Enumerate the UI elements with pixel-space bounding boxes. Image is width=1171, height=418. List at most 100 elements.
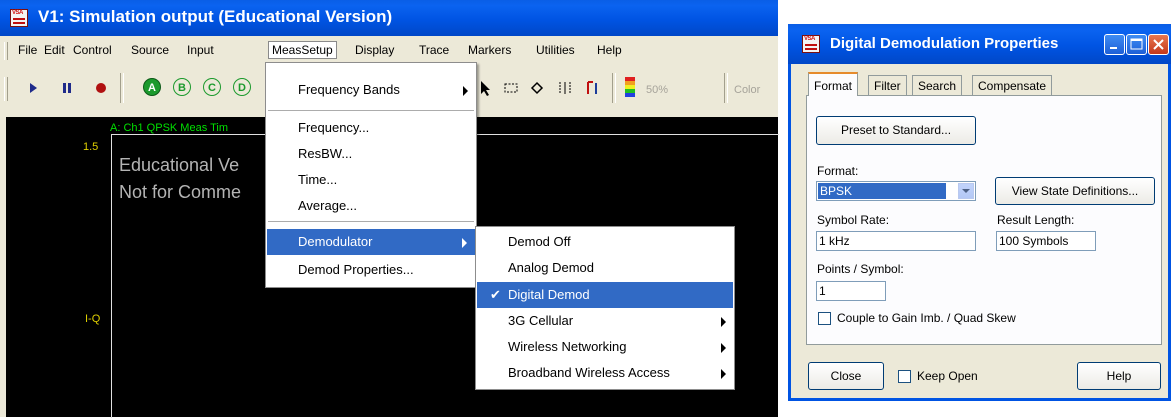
dialog-title: Digital Demodulation Properties bbox=[830, 35, 1059, 52]
diamond-marker-icon[interactable] bbox=[528, 79, 546, 97]
trace-label: A: Ch1 QPSK Meas Tim bbox=[110, 122, 228, 134]
y-axis-top-value: 1.5 bbox=[83, 141, 99, 153]
couple-checkbox[interactable] bbox=[818, 312, 831, 325]
vsa-app-icon[interactable]: VSA bbox=[10, 9, 28, 27]
menu-item-label: Demodulator bbox=[298, 234, 373, 249]
format-label: Format: bbox=[817, 164, 859, 178]
toolbar-separator bbox=[120, 73, 124, 103]
menubar-grip[interactable] bbox=[4, 42, 8, 60]
checkmark-icon: ✔ bbox=[490, 287, 501, 302]
watermark-line-2: Not for Comme bbox=[119, 182, 242, 202]
menu-display[interactable]: Display bbox=[355, 43, 394, 57]
vsa-app-icon[interactable]: VSA bbox=[802, 35, 820, 53]
y-axis-unit: I-Q bbox=[85, 313, 101, 325]
menu-trace[interactable]: Trace bbox=[419, 43, 449, 57]
tab-search[interactable]: Search bbox=[912, 75, 963, 95]
close-icon[interactable] bbox=[1148, 34, 1169, 55]
close-button[interactable]: Close bbox=[808, 362, 884, 390]
chevron-down-icon[interactable] bbox=[958, 183, 974, 199]
menu-meassetup[interactable]: MeasSetup bbox=[268, 41, 337, 59]
keep-open-checkbox[interactable] bbox=[898, 370, 911, 383]
color-palette-icon[interactable] bbox=[623, 77, 637, 97]
select-rect-icon[interactable] bbox=[502, 79, 520, 97]
menu-input[interactable]: Input bbox=[187, 43, 214, 57]
meassetup-menu: Frequency Bands Frequency... ResBW... Ti… bbox=[265, 62, 477, 288]
menu-item-digital-demod[interactable]: ✔ Digital Demod bbox=[477, 282, 733, 308]
menu-file[interactable]: File bbox=[18, 43, 37, 57]
play-icon[interactable] bbox=[24, 79, 42, 97]
demodulator-submenu: Demod Off Analog Demod ✔ Digital Demod 3… bbox=[475, 226, 735, 390]
menu-item-label: Digital Demod bbox=[508, 287, 590, 302]
menu-item-wireless-networking[interactable]: Wireless Networking bbox=[476, 334, 734, 360]
menu-item-label: ResBW... bbox=[298, 146, 353, 161]
pointer-icon[interactable] bbox=[476, 79, 494, 97]
menu-item-label: Frequency Bands bbox=[298, 82, 400, 97]
submenu-arrow-icon bbox=[463, 86, 468, 96]
menu-item-label: Demod Properties... bbox=[298, 262, 414, 277]
tab-filter[interactable]: Filter bbox=[868, 75, 907, 95]
menu-item-label: Average... bbox=[298, 198, 358, 213]
view-state-definitions-button[interactable]: View State Definitions... bbox=[995, 177, 1155, 205]
symbol-rate-label: Symbol Rate: bbox=[817, 213, 890, 227]
preset-to-standard-button[interactable]: Preset to Standard... bbox=[816, 116, 976, 145]
keep-open-label: Keep Open bbox=[917, 369, 978, 383]
toolbar-separator-3 bbox=[724, 73, 728, 103]
menu-item-label: Broadband Wireless Access bbox=[508, 365, 670, 380]
help-button[interactable]: Help bbox=[1077, 362, 1161, 390]
menu-separator bbox=[268, 221, 474, 222]
zoom-value: 50% bbox=[646, 84, 669, 96]
menu-bar: File Edit Control Source Input MeasSetup… bbox=[0, 40, 778, 62]
trace-c-button[interactable]: C bbox=[203, 78, 221, 96]
menu-markers[interactable]: Markers bbox=[468, 43, 511, 57]
watermark-line-1: Educational Ve bbox=[119, 155, 240, 175]
pause-icon[interactable] bbox=[58, 79, 76, 97]
menu-item-frequency-bands[interactable]: Frequency Bands bbox=[266, 77, 476, 103]
minimize-icon[interactable] bbox=[1104, 34, 1125, 55]
menu-item-label: Demod Off bbox=[508, 234, 571, 249]
menu-item-demod-off[interactable]: Demod Off bbox=[476, 229, 734, 255]
result-length-label: Result Length: bbox=[997, 213, 1075, 227]
format-select-value: BPSK bbox=[818, 183, 946, 199]
menu-item-label: 3G Cellular bbox=[508, 313, 574, 328]
trace-a-button[interactable]: A bbox=[143, 78, 161, 96]
menu-item-time[interactable]: Time... bbox=[266, 167, 476, 193]
band-marker-icon[interactable] bbox=[556, 79, 574, 97]
menu-edit[interactable]: Edit bbox=[44, 43, 65, 57]
couple-label: Couple to Gain Imb. / Quad Skew bbox=[837, 311, 1016, 325]
toolbar-grip[interactable] bbox=[4, 77, 8, 101]
points-per-symbol-label: Points / Symbol: bbox=[817, 262, 904, 276]
trace-b-button[interactable]: B bbox=[173, 78, 191, 96]
main-window-title: V1: Simulation output (Educational Versi… bbox=[38, 7, 393, 26]
menu-item-label: Frequency... bbox=[298, 120, 370, 135]
menu-help[interactable]: Help bbox=[597, 43, 622, 57]
submenu-arrow-icon bbox=[462, 238, 467, 248]
tab-compensate[interactable]: Compensate bbox=[972, 75, 1053, 95]
menu-control[interactable]: Control bbox=[73, 43, 112, 57]
menu-item-demod-properties[interactable]: Demod Properties... bbox=[266, 257, 476, 283]
format-select[interactable]: BPSK bbox=[816, 181, 976, 201]
menu-item-label: Wireless Networking bbox=[508, 339, 627, 354]
menu-item-demodulator[interactable]: Demodulator bbox=[267, 229, 475, 255]
trace-d-button[interactable]: D bbox=[233, 78, 251, 96]
toolbar-separator-2 bbox=[612, 73, 616, 103]
record-icon[interactable] bbox=[92, 79, 110, 97]
menu-item-resbw[interactable]: ResBW... bbox=[266, 141, 476, 167]
result-length-field[interactable]: 100 Symbols bbox=[996, 231, 1096, 251]
menu-utilities[interactable]: Utilities bbox=[536, 43, 575, 57]
symbol-rate-field[interactable]: 1 kHz bbox=[816, 231, 976, 251]
marker-1-icon[interactable] bbox=[584, 79, 602, 97]
menu-source[interactable]: Source bbox=[131, 43, 169, 57]
submenu-arrow-icon bbox=[721, 369, 726, 379]
menu-item-label: Analog Demod bbox=[508, 260, 594, 275]
menu-item-average[interactable]: Average... bbox=[266, 193, 476, 219]
menu-item-3g-cellular[interactable]: 3G Cellular bbox=[476, 308, 734, 334]
tab-format[interactable]: Format bbox=[808, 72, 859, 96]
menu-item-analog-demod[interactable]: Analog Demod bbox=[476, 255, 734, 281]
points-per-symbol-field[interactable]: 1 bbox=[816, 281, 886, 301]
menu-item-frequency[interactable]: Frequency... bbox=[266, 115, 476, 141]
menu-separator bbox=[268, 110, 474, 111]
menu-item-label: Time... bbox=[298, 172, 338, 187]
color-label: Color bbox=[734, 84, 761, 96]
menu-item-broadband-wireless-access[interactable]: Broadband Wireless Access bbox=[476, 360, 734, 386]
maximize-icon[interactable] bbox=[1126, 34, 1147, 55]
